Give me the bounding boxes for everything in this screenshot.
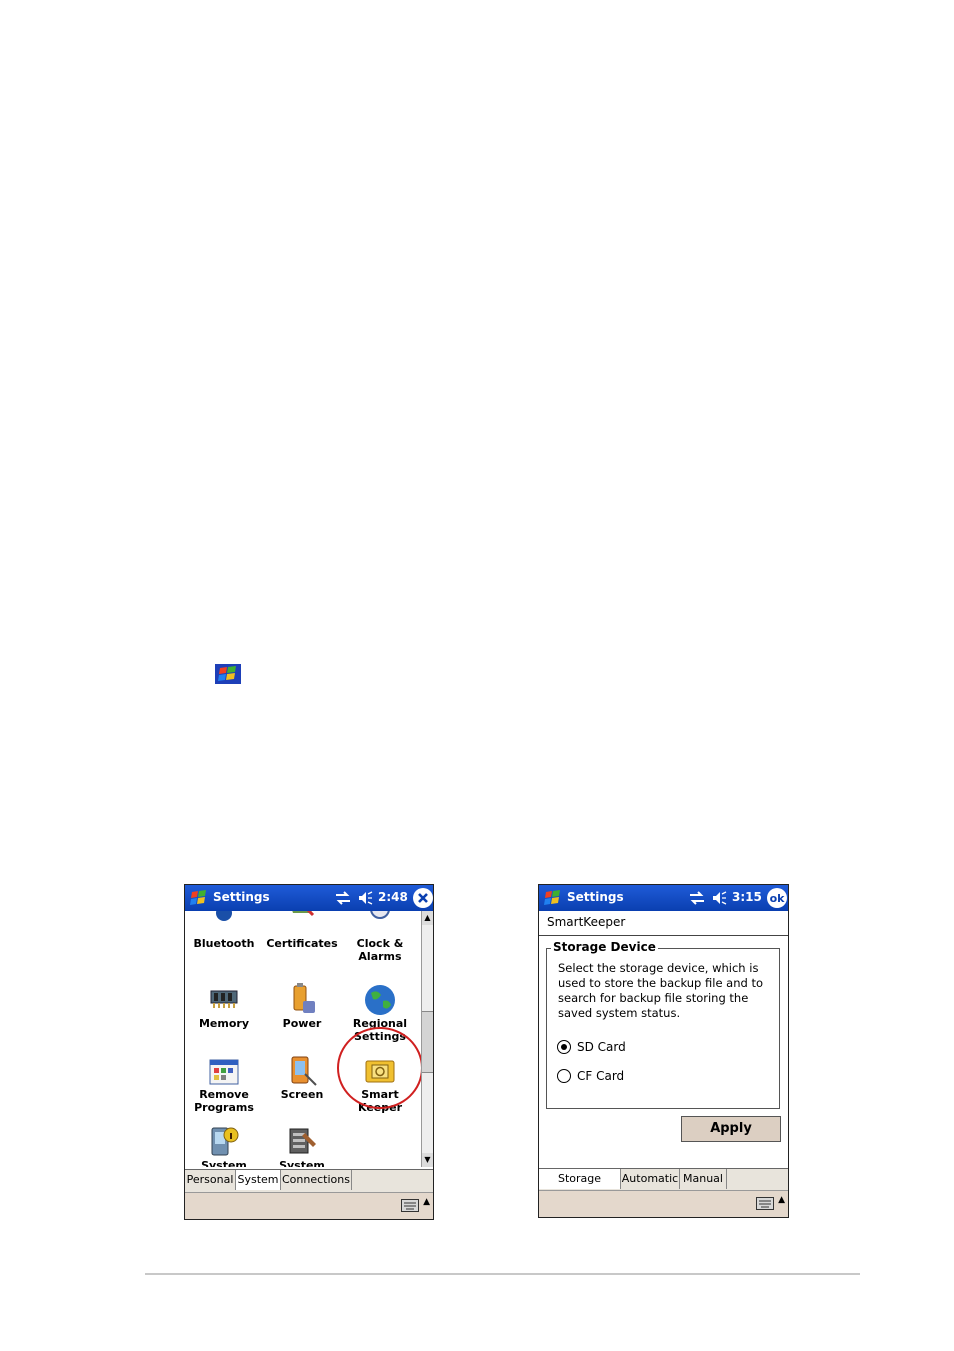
title-bar: Settings 3:15 ok	[539, 885, 788, 911]
settings-item-label: System Information	[201, 1159, 247, 1167]
cf-card-option[interactable]: CF Card	[557, 1069, 624, 1083]
settings-item-label: Power	[282, 1017, 322, 1030]
tab-storage-device[interactable]: Storage Device	[539, 1169, 621, 1205]
menu-bar: ▲	[185, 1192, 433, 1219]
storage-description: Select the storage device, which is used…	[558, 961, 764, 1020]
windows-start-icon	[215, 664, 241, 684]
title-bar: Settings 2:48	[185, 885, 433, 911]
input-panel-arrow-icon[interactable]: ▲	[423, 1197, 430, 1207]
ok-button[interactable]: ok	[767, 888, 787, 908]
settings-item-remove-programs[interactable]: Remove Programs	[185, 1054, 263, 1114]
groupbox-title: Storage Device	[551, 940, 658, 954]
settings-item-label: Memory	[198, 1017, 250, 1030]
close-button[interactable]	[413, 888, 433, 908]
settings-item-clock-alarms[interactable]: Clock & Alarms	[341, 911, 419, 963]
certificates-icon	[292, 911, 315, 917]
tab-connections[interactable]: Connections	[281, 1170, 352, 1190]
option-label: CF Card	[577, 1069, 625, 1083]
memory-icon	[210, 990, 238, 1008]
sd-card-option[interactable]: SD Card	[557, 1040, 626, 1054]
settings-item-screen[interactable]: Screen	[263, 1054, 341, 1101]
settings-system-screen: Settings 2:48 Bluetooth Certificates Clo…	[184, 884, 434, 1220]
settings-item-system-information[interactable]: System Information	[185, 1125, 263, 1167]
start-menu-icon[interactable]	[542, 887, 564, 909]
tab-personal[interactable]: Personal	[185, 1170, 236, 1190]
smartkeeper-screen: Settings 3:15 ok SmartKeeper Storage Dev…	[538, 884, 789, 1218]
smartkeeper-tab-strip: Storage Device Automatic Manual	[539, 1168, 788, 1205]
settings-item-label: Clock & Alarms	[356, 937, 404, 963]
clock-icon	[370, 911, 390, 919]
volume-icon[interactable]	[357, 890, 373, 906]
scroll-up-button[interactable]: ▲	[422, 911, 433, 925]
screen-icon	[291, 1056, 317, 1086]
apply-button[interactable]: Apply	[681, 1116, 781, 1142]
tab-manual[interactable]: Manual	[680, 1169, 727, 1189]
page-footer-divider	[145, 1273, 860, 1275]
settings-item-label: Remove Programs	[194, 1088, 254, 1114]
window-title: Settings	[213, 890, 270, 904]
settings-item-system-settings[interactable]: System Settings	[263, 1125, 341, 1167]
input-panel-arrow-icon[interactable]: ▲	[778, 1195, 785, 1205]
scroll-down-button[interactable]: ▼	[422, 1153, 433, 1167]
connectivity-icon[interactable]	[689, 891, 705, 905]
settings-item-power[interactable]: Power	[263, 983, 341, 1030]
settings-item-memory[interactable]: Memory	[185, 983, 263, 1030]
settings-item-certificates[interactable]: Certificates	[263, 911, 341, 950]
option-label: SD Card	[577, 1040, 626, 1054]
window-title: Settings	[567, 890, 624, 904]
settings-item-label: System Settings	[279, 1159, 325, 1167]
power-icon	[293, 983, 315, 1013]
system-info-icon	[211, 1127, 239, 1156]
highlight-circle	[337, 1027, 423, 1109]
page-subheading: SmartKeeper	[547, 915, 626, 929]
menu-bar: ▲	[539, 1190, 788, 1217]
tab-system[interactable]: System	[236, 1170, 281, 1190]
globe-icon	[365, 985, 395, 1015]
connectivity-icon[interactable]	[335, 891, 351, 905]
radio-button[interactable]	[557, 1069, 571, 1083]
system-settings-icon	[289, 1128, 316, 1154]
divider	[539, 935, 788, 936]
vertical-scrollbar[interactable]: ▲ ▼	[421, 911, 433, 1167]
start-menu-icon[interactable]	[188, 887, 210, 909]
keyboard-icon[interactable]	[401, 1199, 419, 1212]
clock-time[interactable]: 2:48	[378, 890, 408, 904]
radio-button-selected[interactable]	[557, 1040, 571, 1054]
tab-automatic[interactable]: Automatic	[621, 1169, 680, 1189]
settings-item-label: Certificates	[266, 937, 338, 950]
close-icon	[418, 893, 428, 903]
clock-time[interactable]: 3:15	[732, 890, 762, 904]
bluetooth-icon	[216, 911, 232, 921]
settings-item-label: Screen	[280, 1088, 324, 1101]
scroll-thumb[interactable]	[422, 1011, 433, 1073]
volume-icon[interactable]	[711, 890, 727, 906]
remove-programs-icon	[209, 1059, 239, 1085]
settings-item-label: Bluetooth	[193, 937, 255, 950]
keyboard-icon[interactable]	[756, 1197, 774, 1210]
settings-item-bluetooth[interactable]: Bluetooth	[185, 911, 263, 950]
settings-tab-strip: Personal System Connections	[185, 1169, 433, 1192]
